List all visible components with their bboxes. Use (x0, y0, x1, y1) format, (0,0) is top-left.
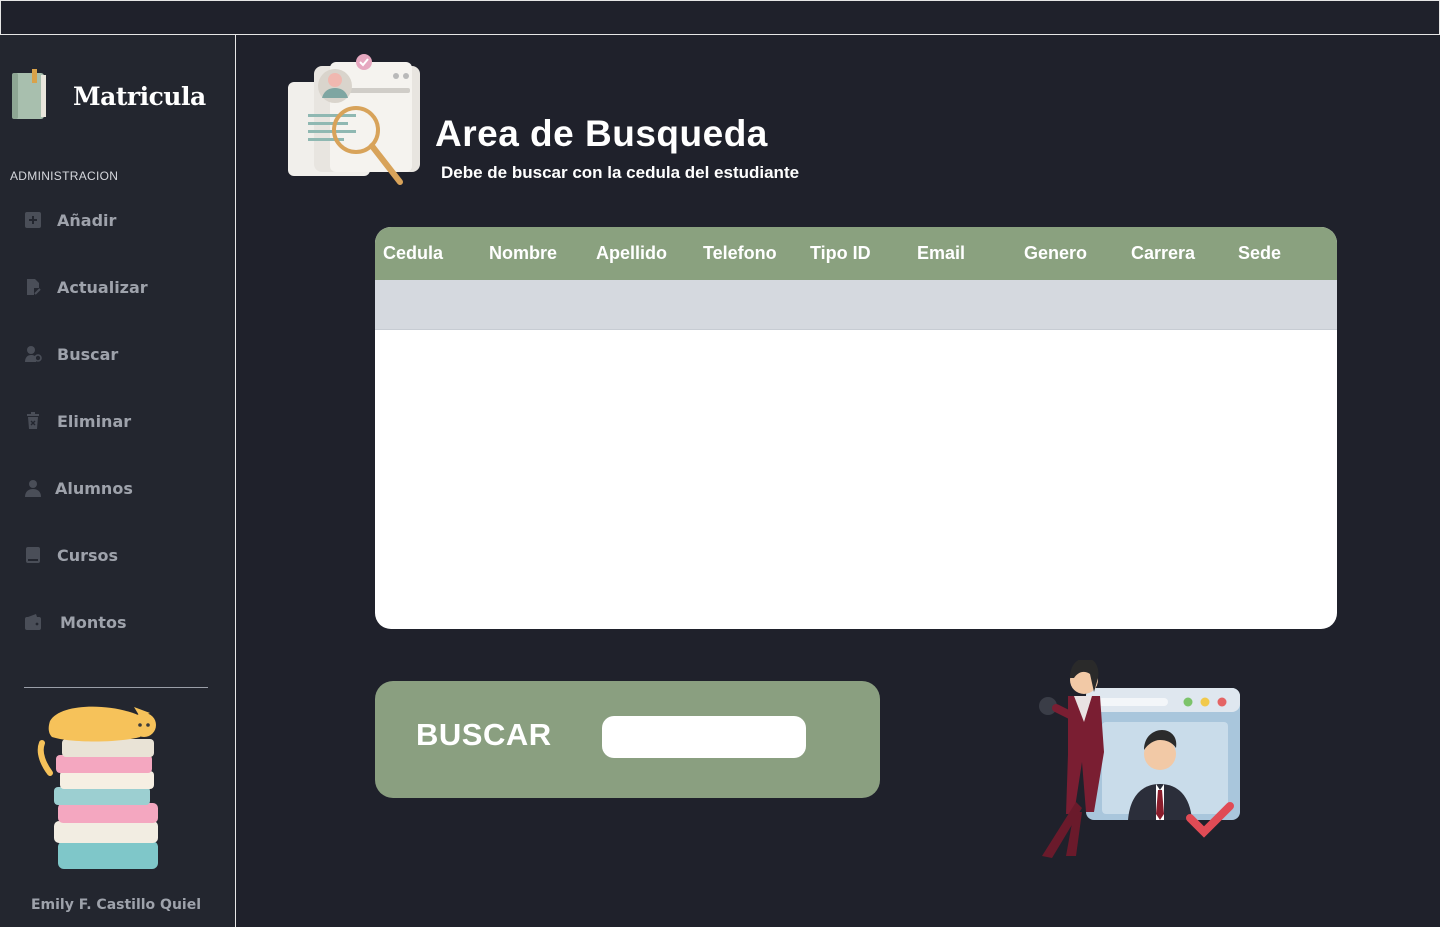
table-header: Cedula Nombre Apellido Telefono Tipo ID … (375, 227, 1337, 280)
sidebar: Matricula ADMINISTRACION Añadir Actualiz… (0, 35, 236, 927)
document-search-illustration (288, 54, 420, 185)
page-title: Area de Busqueda (435, 113, 768, 154)
column-header-nombre[interactable]: Nombre (489, 227, 557, 280)
book-icon (24, 546, 42, 564)
search-panel: BUSCAR (375, 681, 880, 798)
sidebar-item-alumnos[interactable]: Alumnos (24, 475, 224, 501)
column-header-tipo-id[interactable]: Tipo ID (810, 227, 871, 280)
sidebar-item-label: Añadir (57, 210, 117, 230)
column-header-genero[interactable]: Genero (1024, 227, 1087, 280)
students-table: Cedula Nombre Apellido Telefono Tipo ID … (375, 227, 1337, 629)
search-label: BUSCAR (416, 717, 552, 752)
column-header-carrera[interactable]: Carrera (1131, 227, 1195, 280)
sidebar-item-montos[interactable]: Montos (24, 609, 224, 635)
column-header-cedula[interactable]: Cedula (383, 227, 443, 280)
window-top-bar (0, 0, 1440, 35)
sidebar-item-label: Actualizar (57, 277, 148, 297)
sidebar-item-anadir[interactable]: Añadir (24, 207, 224, 233)
wallet-icon (24, 613, 42, 631)
sidebar-item-label: Montos (60, 612, 127, 632)
app-title: Matricula (73, 82, 206, 111)
author-name: Emily F. Castillo Quiel (30, 897, 202, 913)
trash-icon (24, 412, 42, 430)
user-search-icon (24, 345, 42, 363)
search-input[interactable] (602, 716, 806, 758)
sidebar-item-actualizar[interactable]: Actualizar (24, 274, 224, 300)
books-cat-illustration (37, 706, 158, 869)
table-row[interactable] (375, 280, 1337, 330)
file-edit-icon (24, 278, 42, 296)
column-header-sede[interactable]: Sede (1238, 227, 1281, 280)
plus-square-icon (24, 211, 42, 229)
sidebar-item-eliminar[interactable]: Eliminar (24, 408, 224, 434)
page-subtitle: Debe de buscar con la cedula del estudia… (441, 163, 800, 182)
sidebar-item-label: Alumnos (55, 478, 133, 498)
sidebar-item-cursos[interactable]: Cursos (24, 542, 224, 568)
sidebar-divider (24, 687, 208, 688)
book-logo-icon (12, 69, 46, 119)
column-header-email[interactable]: Email (917, 227, 965, 280)
column-header-telefono[interactable]: Telefono (703, 227, 777, 280)
section-label: ADMINISTRACION (10, 169, 119, 183)
column-header-apellido[interactable]: Apellido (596, 227, 667, 280)
person-icon (24, 479, 42, 497)
sidebar-item-buscar[interactable]: Buscar (24, 341, 224, 367)
sidebar-item-label: Buscar (57, 344, 119, 364)
video-call-illustration (1039, 660, 1240, 858)
sidebar-item-label: Eliminar (57, 411, 132, 431)
sidebar-item-label: Cursos (57, 545, 119, 565)
